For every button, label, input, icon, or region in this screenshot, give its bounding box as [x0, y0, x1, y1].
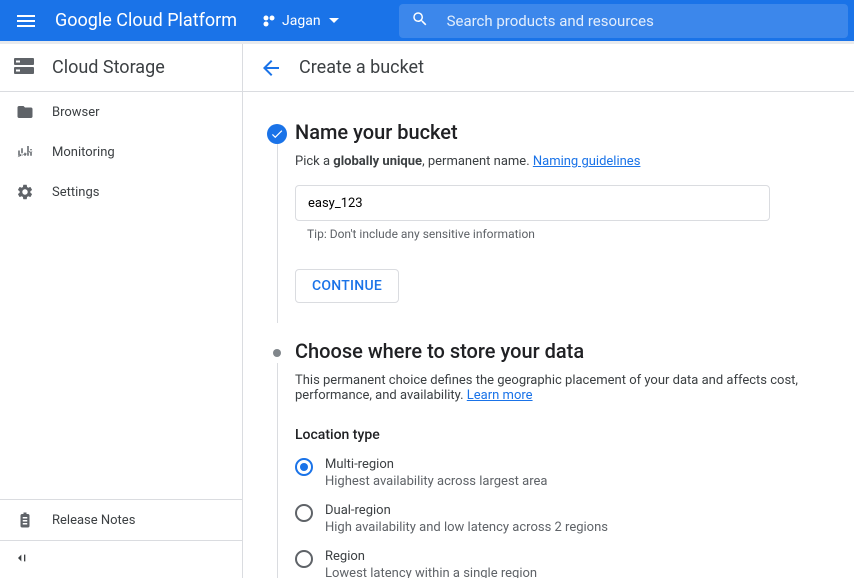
release-notes-icon [16, 511, 52, 529]
back-arrow-button[interactable] [259, 56, 299, 80]
step-title: Choose where to store your data [295, 339, 838, 363]
radio-option-region[interactable]: Region Lowest latency within a single re… [295, 549, 838, 578]
monitoring-icon [16, 143, 52, 161]
radio-icon [295, 504, 313, 522]
subtitle-bold: globally unique [333, 154, 422, 169]
radio-icon [295, 458, 313, 476]
sidebar-item-browser[interactable]: Browser [0, 92, 242, 132]
sidebar-item-label: Settings [52, 185, 99, 200]
bucket-name-tip: Tip: Don't include any sensitive informa… [307, 227, 838, 241]
sidebar-item-label: Browser [52, 105, 100, 120]
project-dots-icon [262, 14, 276, 28]
radio-icon [295, 550, 313, 568]
sidebar-footer: Release Notes [0, 499, 242, 540]
settings-icon [16, 183, 52, 201]
logo-text-bold: Cloud Platform [116, 10, 237, 31]
collapse-icon [14, 550, 30, 570]
step-content: Choose where to store your data This per… [295, 339, 838, 578]
step-description-text: This permanent choice defines the geogra… [295, 373, 798, 403]
step-indicator [259, 339, 295, 578]
sidebar-item-label: Monitoring [52, 145, 115, 160]
radio-label: Dual-region [325, 503, 608, 518]
radio-description: Highest availability across largest area [325, 474, 547, 489]
step-connector-line [277, 144, 278, 323]
hamburger-menu[interactable] [6, 1, 46, 41]
step-indicator [259, 120, 295, 303]
location-type-label: Location type [295, 427, 838, 443]
page-title: Create a bucket [299, 57, 424, 78]
naming-guidelines-link[interactable]: Naming guidelines [533, 154, 641, 169]
subtitle-post: , permanent name. [422, 154, 533, 169]
sidebar-nav: Browser Monitoring Settings [0, 92, 242, 499]
step-dot-icon [273, 349, 281, 357]
gcp-logo[interactable]: Google Cloud Platform [55, 10, 237, 31]
radio-label: Region [325, 549, 537, 564]
continue-button[interactable]: CONTINUE [295, 269, 399, 303]
step-title: Name your bucket [295, 120, 838, 144]
sidebar-item-monitoring[interactable]: Monitoring [0, 132, 242, 172]
content-area: Create a bucket Name your bucket Pick a … [243, 44, 854, 578]
search-container[interactable] [399, 4, 848, 38]
top-header: Google Cloud Platform Jagan [0, 0, 854, 41]
radio-description: High availability and low latency across… [325, 520, 608, 535]
search-input[interactable] [447, 12, 836, 30]
bucket-name-input[interactable] [295, 185, 770, 221]
step-subtitle: Pick a globally unique, permanent name. … [295, 154, 838, 169]
sidebar-title: Cloud Storage [0, 44, 242, 92]
radio-option-multi-region[interactable]: Multi-region Highest availability across… [295, 457, 838, 489]
check-icon [267, 124, 287, 144]
hamburger-icon [17, 15, 35, 27]
radio-description: Lowest latency within a single region [325, 566, 537, 578]
step-description: This permanent choice defines the geogra… [295, 373, 838, 403]
storage-product-icon [12, 54, 44, 82]
radio-label: Multi-region [325, 457, 547, 472]
step-name-bucket: Name your bucket Pick a globally unique,… [259, 120, 838, 303]
project-selector[interactable]: Jagan [262, 13, 339, 29]
content-header: Create a bucket [243, 44, 854, 92]
browser-icon [16, 103, 52, 121]
step-connector-line [277, 363, 278, 578]
step-choose-location: Choose where to store your data This per… [259, 339, 838, 578]
search-icon [411, 10, 429, 32]
sidebar-item-settings[interactable]: Settings [0, 172, 242, 212]
sidebar-title-text: Cloud Storage [52, 57, 165, 78]
caret-down-icon [329, 18, 339, 23]
step-content: Name your bucket Pick a globally unique,… [295, 120, 838, 303]
radio-option-dual-region[interactable]: Dual-region High availability and low la… [295, 503, 838, 535]
logo-text-light: Google [55, 10, 112, 31]
subtitle-pre: Pick a [295, 154, 333, 169]
project-name: Jagan [282, 13, 321, 29]
form-area: Name your bucket Pick a globally unique,… [243, 92, 854, 578]
sidebar-item-release-notes[interactable]: Release Notes [0, 500, 242, 540]
sidebar-item-label: Release Notes [52, 513, 135, 528]
sidebar: Cloud Storage Browser Monitoring Setting… [0, 44, 243, 578]
collapse-sidebar-button[interactable] [0, 540, 242, 578]
learn-more-link[interactable]: Learn more [467, 388, 533, 403]
